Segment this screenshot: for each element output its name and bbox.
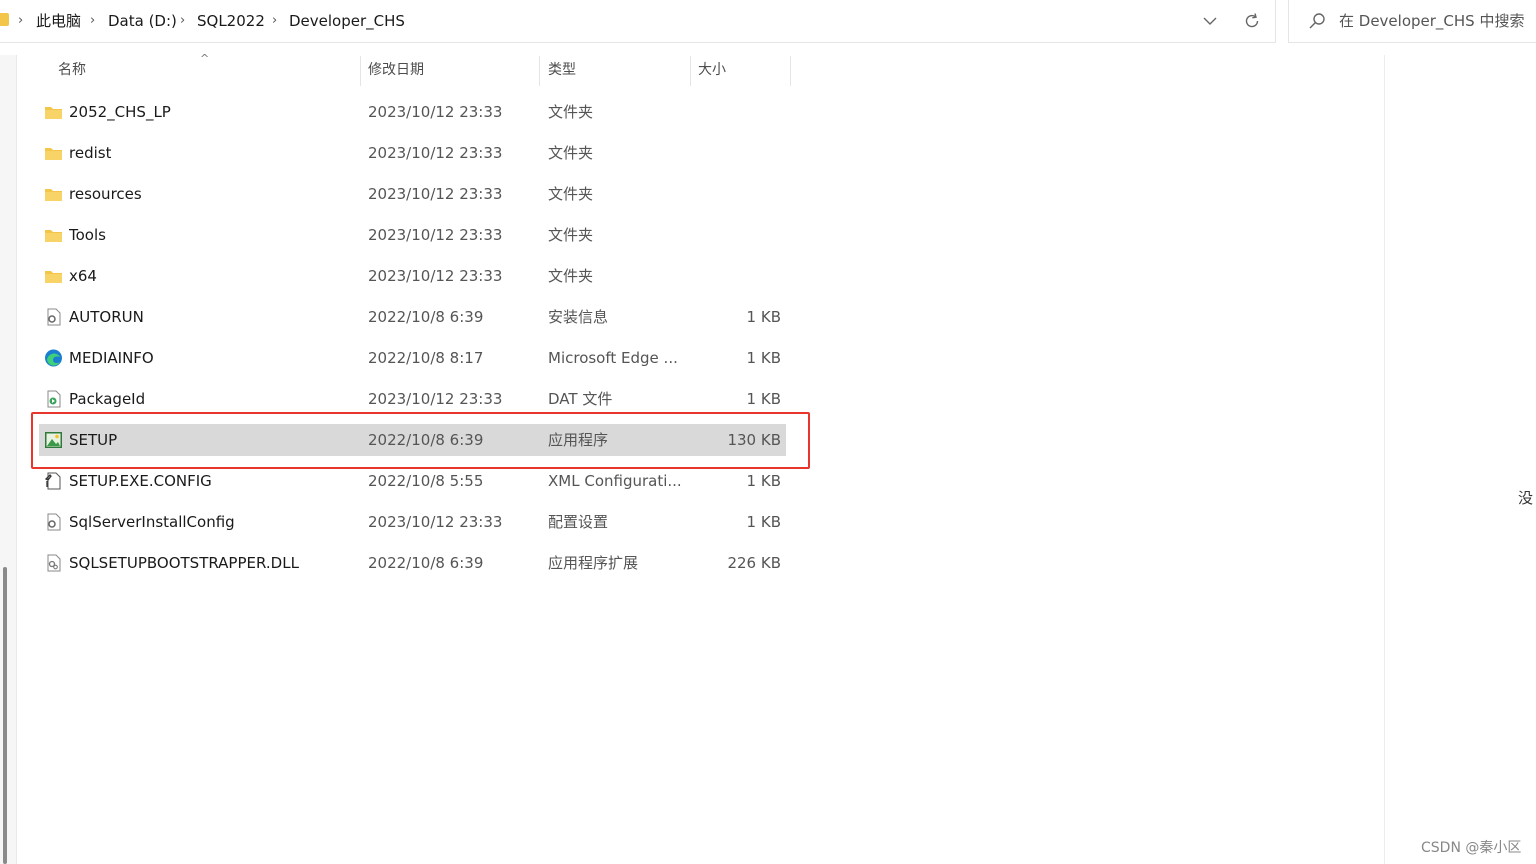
file-date: 2023/10/12 23:33 <box>368 390 503 408</box>
settings-file-icon <box>44 308 63 326</box>
column-divider[interactable] <box>539 56 540 86</box>
folder-icon <box>44 185 63 203</box>
file-row[interactable]: SQLSETUPBOOTSTRAPPER.DLL 2022/10/8 6:39 应用… <box>39 547 786 579</box>
file-size <box>689 96 781 128</box>
file-type: 文件夹 <box>548 103 594 121</box>
file-type: Microsoft Edge ... <box>548 349 678 367</box>
chevron-right-icon[interactable]: › <box>90 0 95 42</box>
file-date: 2023/10/12 23:33 <box>368 144 503 162</box>
file-size <box>689 260 781 292</box>
dll-file-icon <box>44 554 63 572</box>
file-row[interactable]: x64 2023/10/12 23:33 文件夹 <box>39 260 786 292</box>
file-date: 2023/10/12 23:33 <box>368 513 503 531</box>
breadcrumb-current-folder[interactable]: Developer_CHS <box>289 0 405 42</box>
file-name[interactable]: resources <box>69 178 142 210</box>
file-name[interactable]: MEDIAINFO <box>69 342 154 374</box>
folder-icon <box>44 144 63 162</box>
address-bar[interactable]: › 此电脑 › Data (D:) › SQL2022 › Developer_… <box>0 0 1276 43</box>
file-date: 2022/10/8 6:39 <box>368 554 484 572</box>
file-row[interactable]: AUTORUN 2022/10/8 6:39 安装信息 1 KB <box>39 301 786 333</box>
file-name[interactable]: SQLSETUPBOOTSTRAPPER.DLL <box>69 547 299 579</box>
file-size: 1 KB <box>746 308 781 326</box>
scrollbar-thumb[interactable] <box>3 567 7 864</box>
file-date: 2023/10/12 23:33 <box>368 103 503 121</box>
breadcrumb-drive[interactable]: Data (D:) <box>108 0 177 42</box>
column-divider[interactable] <box>360 56 361 86</box>
column-divider[interactable] <box>690 56 691 86</box>
chevron-right-icon[interactable]: › <box>180 0 185 42</box>
column-divider[interactable] <box>790 56 791 86</box>
file-name[interactable]: AUTORUN <box>69 301 144 333</box>
file-type: 文件夹 <box>548 267 594 285</box>
file-date: 2022/10/8 8:17 <box>368 349 484 367</box>
media-file-icon <box>44 390 63 408</box>
file-row[interactable]: redist 2023/10/12 23:33 文件夹 <box>39 137 786 169</box>
file-size: 226 KB <box>727 554 781 572</box>
file-row[interactable]: SETUP.EXE.CONFIG 2022/10/8 5:55 XML Config… <box>39 465 786 497</box>
file-type: 应用程序扩展 <box>548 554 639 572</box>
column-header-size[interactable]: 大小 <box>698 56 726 84</box>
file-name[interactable]: PackageId <box>69 383 145 415</box>
file-size: 1 KB <box>746 513 781 531</box>
folder-icon <box>0 13 9 26</box>
config-file-icon <box>44 472 63 490</box>
folder-icon <box>44 103 63 121</box>
folder-icon <box>44 226 63 244</box>
watermark: CSDN @秦小区 <box>1421 840 1522 856</box>
search-box[interactable]: 在 Developer_CHS 中搜索 <box>1288 0 1536 43</box>
refresh-icon[interactable] <box>1240 0 1264 42</box>
file-size <box>689 219 781 251</box>
file-row[interactable]: MEDIAINFO 2022/10/8 8:17 Microsoft Edge ..… <box>39 342 786 374</box>
file-name[interactable]: SETUP.EXE.CONFIG <box>69 465 212 497</box>
column-header-date[interactable]: 修改日期 <box>368 56 424 84</box>
search-placeholder[interactable]: 在 Developer_CHS 中搜索 <box>1339 0 1524 42</box>
sort-ascending-icon: ^ <box>200 52 210 65</box>
file-type: 文件夹 <box>548 144 594 162</box>
file-name[interactable]: 2052_CHS_LP <box>69 96 171 128</box>
file-date: 2022/10/8 5:55 <box>368 472 484 490</box>
file-size: 1 KB <box>746 472 781 490</box>
file-row[interactable]: resources 2023/10/12 23:33 文件夹 <box>39 178 786 210</box>
details-pane-text: 没 <box>1518 489 1534 507</box>
file-name[interactable]: Tools <box>69 219 106 251</box>
file-type: 配置设置 <box>548 513 609 531</box>
file-type: 文件夹 <box>548 226 594 244</box>
file-size <box>689 178 781 210</box>
file-size: 1 KB <box>746 390 781 408</box>
file-type: XML Configurati... <box>548 472 682 490</box>
settings-file-icon <box>44 513 63 531</box>
file-name[interactable]: SqlServerInstallConfig <box>69 506 235 538</box>
highlight-annotation <box>31 412 810 469</box>
column-header-name[interactable]: 名称 <box>58 56 86 84</box>
details-pane-divider <box>1384 55 1385 864</box>
chevron-down-icon[interactable] <box>1198 0 1222 42</box>
chevron-right-icon[interactable]: › <box>18 0 23 42</box>
chevron-right-icon[interactable]: › <box>272 0 277 42</box>
file-row[interactable]: PackageId 2023/10/12 23:33 DAT 文件 1 KB <box>39 383 786 415</box>
vertical-scrollbar[interactable] <box>0 55 17 864</box>
column-header-type[interactable]: 类型 <box>548 56 576 84</box>
file-name[interactable]: redist <box>69 137 111 169</box>
search-icon <box>1309 13 1325 29</box>
file-date: 2022/10/8 6:39 <box>368 308 484 326</box>
file-type: 文件夹 <box>548 185 594 203</box>
file-type: DAT 文件 <box>548 390 613 408</box>
file-date: 2023/10/12 23:33 <box>368 185 503 203</box>
file-type: 安装信息 <box>548 308 609 326</box>
file-size <box>689 137 781 169</box>
file-name[interactable]: x64 <box>69 260 97 292</box>
file-row[interactable]: 2052_CHS_LP 2023/10/12 23:33 文件夹 <box>39 96 786 128</box>
edge-icon <box>44 349 63 367</box>
file-row[interactable]: Tools 2023/10/12 23:33 文件夹 <box>39 219 786 251</box>
file-date: 2023/10/12 23:33 <box>368 267 503 285</box>
folder-icon <box>44 267 63 285</box>
file-row[interactable]: SqlServerInstallConfig 2023/10/12 23:33 配置… <box>39 506 786 538</box>
file-size: 1 KB <box>746 349 781 367</box>
file-date: 2023/10/12 23:33 <box>368 226 503 244</box>
breadcrumb-sql2022[interactable]: SQL2022 <box>197 0 265 42</box>
breadcrumb-this-pc[interactable]: 此电脑 <box>36 0 81 42</box>
